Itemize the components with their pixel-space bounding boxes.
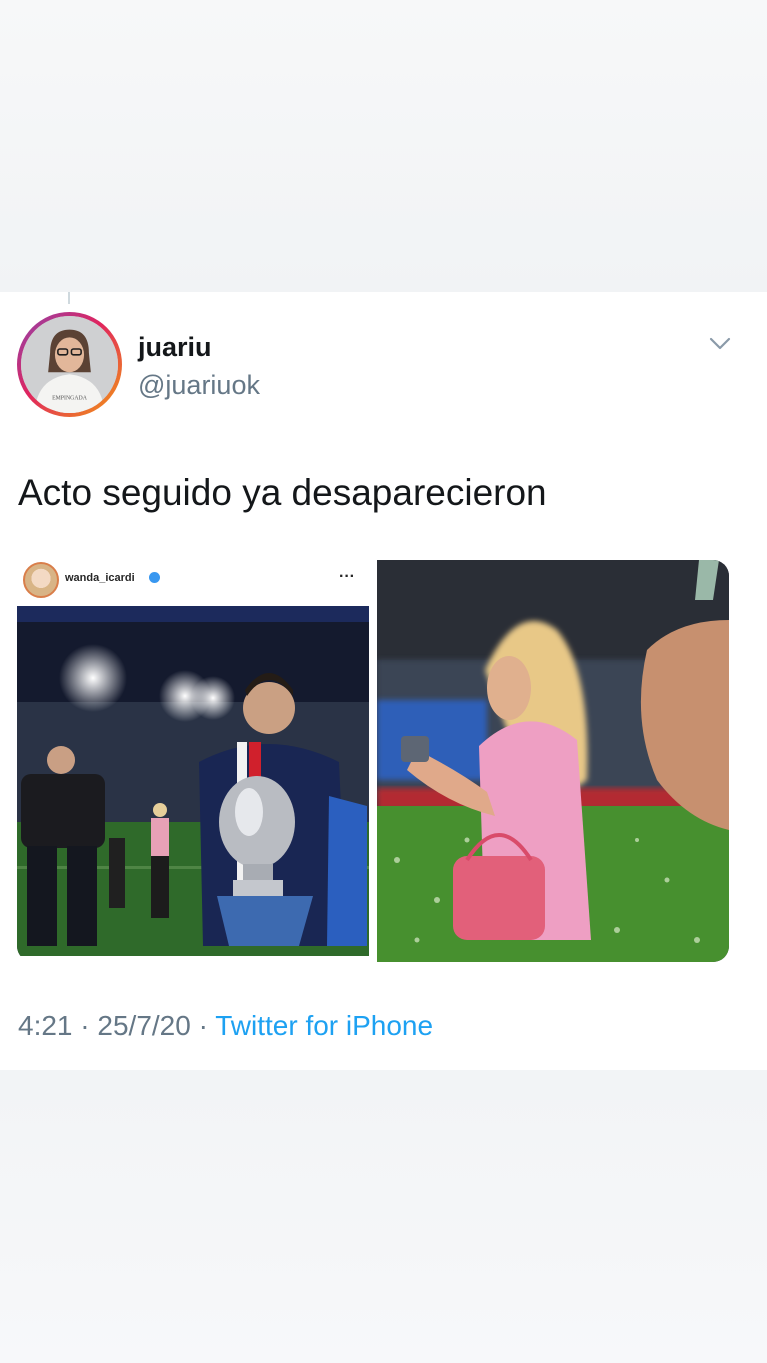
tweet-media[interactable]: wanda_icardi ··· [17, 560, 729, 962]
story-background-bottom [0, 1070, 767, 1363]
verified-badge-icon [149, 572, 160, 583]
media-image-instagram-screenshot[interactable]: wanda_icardi ··· [17, 560, 373, 962]
user-handle[interactable]: @juariuok [138, 370, 260, 401]
chevron-down-icon[interactable] [708, 336, 732, 352]
tweet-date: 25/7/20 [97, 1010, 191, 1041]
story-background-top [0, 0, 767, 292]
tweet-text: Acto seguido ya desaparecieron [18, 472, 547, 513]
tweet-card[interactable]: EMPINGADA juariu @juariuok Acto seguido … [0, 292, 767, 1070]
instagram-avatar [23, 562, 59, 598]
avatar-shirt-text: EMPINGADA [52, 395, 88, 401]
tweet-source-link[interactable]: Twitter for iPhone [215, 1010, 433, 1041]
avatar[interactable]: EMPINGADA [17, 312, 122, 417]
ellipsis-icon: ··· [339, 568, 355, 585]
tweet-time: 4:21 [18, 1010, 73, 1041]
thread-connector [68, 292, 70, 304]
tweet-meta: 4:21 · 25/7/20 · Twitter for iPhone [18, 1010, 433, 1042]
instagram-post-header: wanda_icardi ··· [17, 560, 373, 600]
avatar-photo: EMPINGADA [21, 316, 118, 413]
instagram-photo [17, 606, 369, 956]
meta-separator: · [198, 1010, 208, 1041]
meta-separator: · [80, 1010, 90, 1041]
media-image-zoomed-photo[interactable] [377, 560, 729, 962]
instagram-username: wanda_icardi [65, 572, 135, 584]
display-name[interactable]: juariu [138, 332, 212, 363]
